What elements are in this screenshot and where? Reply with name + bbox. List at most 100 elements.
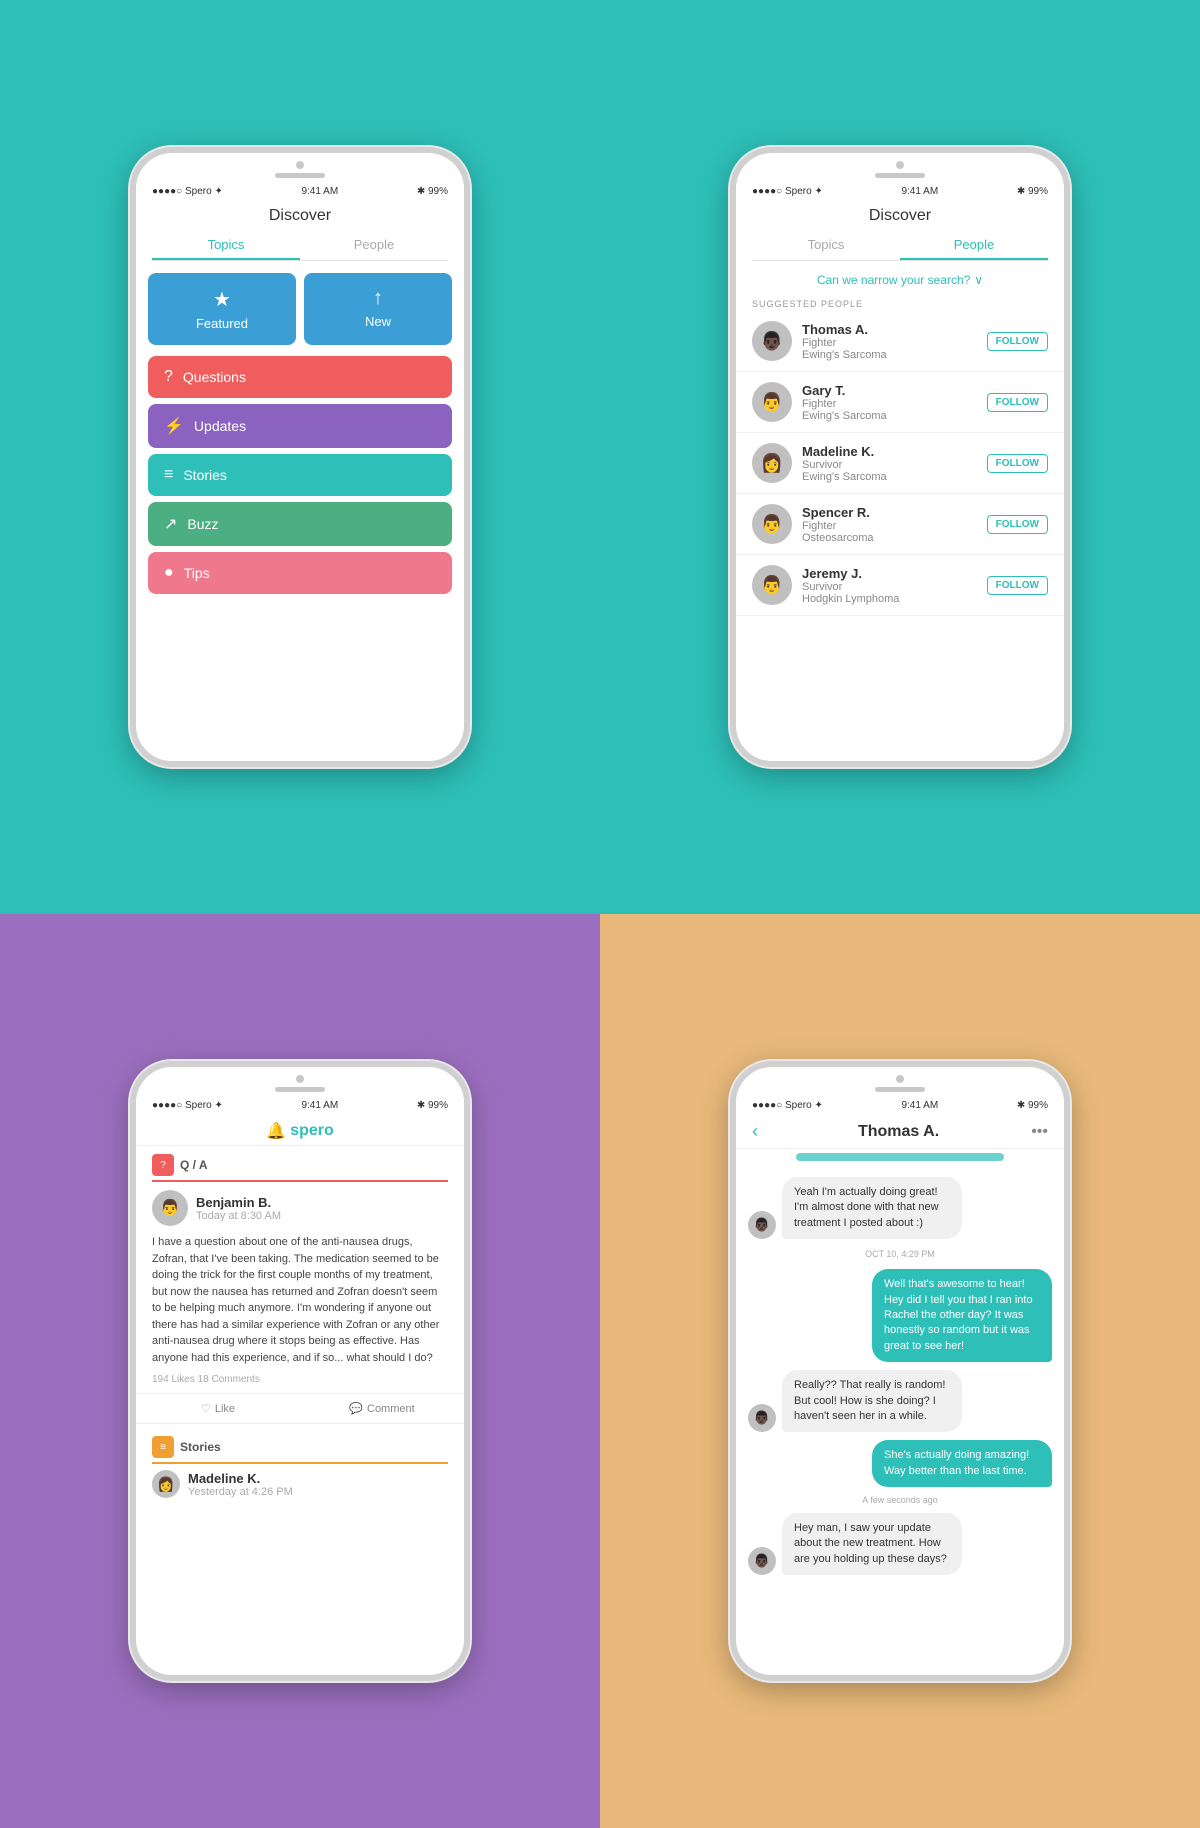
chevron-down-icon: ∨ <box>974 273 983 287</box>
logo-text: spero <box>290 1122 334 1140</box>
post-time: Today at 8:30 AM <box>196 1210 281 1222</box>
battery-1: ✱ 99% <box>417 186 448 197</box>
tab-topics-2[interactable]: Topics <box>752 231 900 260</box>
qa-icon: ? <box>152 1154 174 1176</box>
person-role-3: Fighter <box>802 520 977 532</box>
camera-dot-3 <box>296 1075 304 1083</box>
person-row-0: 👨🏿 Thomas A. Fighter Ewing's Sarcoma FOL… <box>736 311 1064 372</box>
time-1: 9:41 AM <box>301 186 338 197</box>
person-name-2: Madeline K. <box>802 444 977 459</box>
bubble-out-1: She's actually doing amazing! Way better… <box>872 1440 1052 1487</box>
avatar-thomas: 👨🏿 <box>752 321 792 361</box>
qa-section-badge: ? Q / A <box>136 1146 464 1180</box>
tab-people-1[interactable]: People <box>300 231 448 260</box>
time-4: 9:41 AM <box>901 1100 938 1111</box>
follow-button-3[interactable]: FOLLOW <box>987 515 1048 534</box>
like-button[interactable]: ♡ Like <box>136 1394 300 1423</box>
screen-4: ●●●●○ Spero ✦ 9:41 AM ✱ 99% ‹ Thomas A. … <box>736 1096 1064 1675</box>
person-role-2: Survivor <box>802 459 977 471</box>
msg-in-2: 👨🏿 Hey man, I saw your update about the … <box>748 1513 1052 1575</box>
person-condition-3: Osteosarcoma <box>802 532 977 544</box>
stories-section-badge: ≡ Stories <box>136 1428 464 1462</box>
post-author-info: Benjamin B. Today at 8:30 AM <box>196 1195 281 1222</box>
person-name-1: Gary T. <box>802 383 977 398</box>
unread-indicator <box>796 1153 1004 1161</box>
avatar-madeline: 👩 <box>752 443 792 483</box>
mini-author-name: Madeline K. <box>188 1471 293 1486</box>
discover-title-1: Discover <box>152 207 448 225</box>
phone-3: ●●●●○ Spero ✦ 9:41 AM ✱ 99% 🔔 spero ? Q … <box>130 1061 470 1681</box>
carrier-1: ●●●●○ Spero ✦ <box>152 186 223 197</box>
menu-buzz[interactable]: ↗ Buzz <box>148 502 452 546</box>
suggested-label: SUGGESTED PEOPLE <box>736 295 1064 311</box>
menu-updates[interactable]: ⚡ Updates <box>148 404 452 448</box>
new-button[interactable]: ↑ New <box>304 273 452 345</box>
chat-header: ‹ Thomas A. ••• <box>736 1113 1064 1149</box>
avatar-spencer: 👨 <box>752 504 792 544</box>
comment-label: Comment <box>367 1403 415 1415</box>
heart-icon: ♡ <box>201 1402 211 1415</box>
stories-label: Stories <box>183 467 227 483</box>
carrier-4: ●●●●○ Spero ✦ <box>752 1100 823 1111</box>
question-icon: ? <box>164 368 173 386</box>
person-name-4: Jeremy J. <box>802 566 977 581</box>
tab-row-1: Topics People <box>152 231 448 261</box>
status-bar-3: ●●●●○ Spero ✦ 9:41 AM ✱ 99% <box>136 1096 464 1113</box>
screen-2: ●●●●○ Spero ✦ 9:41 AM ✱ 99% Discover Top… <box>736 182 1064 761</box>
battery-4: ✱ 99% <box>1017 1100 1048 1111</box>
phone-1: ●●●●○ Spero ✦ 9:41 AM ✱ 99% Discover Top… <box>130 147 470 767</box>
phone-top-bar-3 <box>136 1067 464 1096</box>
person-name-3: Spencer R. <box>802 505 977 520</box>
menu-questions[interactable]: ? Questions <box>148 356 452 398</box>
post-actions: ♡ Like 💬 Comment <box>136 1393 464 1424</box>
follow-button-4[interactable]: FOLLOW <box>987 576 1048 595</box>
menu-tips[interactable]: ● Tips <box>148 552 452 594</box>
time-3: 9:41 AM <box>301 1100 338 1111</box>
updates-label: Updates <box>194 418 246 434</box>
star-icon: ★ <box>213 287 231 312</box>
avatar-jeremy: 👨 <box>752 565 792 605</box>
mini-post-author: 👩 Madeline K. Yesterday at 4:26 PM <box>136 1464 464 1500</box>
featured-label: Featured <box>196 316 248 331</box>
tab-topics-1[interactable]: Topics <box>152 231 300 260</box>
featured-button[interactable]: ★ Featured <box>148 273 296 345</box>
speaker-2 <box>875 173 925 178</box>
msg-avatar-1: 👨🏿 <box>748 1404 776 1432</box>
menu-stories[interactable]: ≡ Stories <box>148 454 452 496</box>
msg-avatar-2: 👨🏿 <box>748 1547 776 1575</box>
featured-row: ★ Featured ↑ New <box>148 273 452 345</box>
narrow-search[interactable]: Can we narrow your search? ∨ <box>736 265 1064 295</box>
person-row-2: 👩 Madeline K. Survivor Ewing's Sarcoma F… <box>736 433 1064 494</box>
bubble-in-2: Hey man, I saw your update about the new… <box>782 1513 962 1575</box>
person-role-1: Fighter <box>802 398 977 410</box>
new-label: New <box>365 314 391 329</box>
person-info-0: Thomas A. Fighter Ewing's Sarcoma <box>802 322 977 361</box>
status-bar-2: ●●●●○ Spero ✦ 9:41 AM ✱ 99% <box>736 182 1064 199</box>
post-author-row: 👨 Benjamin B. Today at 8:30 AM <box>136 1182 464 1230</box>
msg-in-0: 👨🏿 Yeah I'm actually doing great! I'm al… <box>748 1177 1052 1239</box>
comment-icon: 💬 <box>349 1402 363 1415</box>
tab-row-2: Topics People <box>752 231 1048 261</box>
feed-header: 🔔 spero <box>136 1113 464 1146</box>
quadrant-top-left: ●●●●○ Spero ✦ 9:41 AM ✱ 99% Discover Top… <box>0 0 600 914</box>
follow-button-1[interactable]: FOLLOW <box>987 393 1048 412</box>
follow-button-0[interactable]: FOLLOW <box>987 332 1048 351</box>
time-2: 9:41 AM <box>901 186 938 197</box>
mini-author-info: Madeline K. Yesterday at 4:26 PM <box>188 1471 293 1498</box>
comment-button[interactable]: 💬 Comment <box>300 1394 464 1423</box>
more-options-button[interactable]: ••• <box>1031 1123 1048 1141</box>
avatar-gary: 👨 <box>752 382 792 422</box>
bubble-in-1: Really?? That really is random! But cool… <box>782 1370 962 1432</box>
speaker-1 <box>275 173 325 178</box>
quadrant-bottom-left: ●●●●○ Spero ✦ 9:41 AM ✱ 99% 🔔 spero ? Q … <box>0 914 600 1828</box>
post-author-name: Benjamin B. <box>196 1195 281 1210</box>
list-icon: ≡ <box>164 466 173 484</box>
person-name-0: Thomas A. <box>802 322 977 337</box>
post-body: I have a question about one of the anti-… <box>136 1230 464 1370</box>
tab-people-2[interactable]: People <box>900 231 1048 260</box>
status-bar-4: ●●●●○ Spero ✦ 9:41 AM ✱ 99% <box>736 1096 1064 1113</box>
follow-button-2[interactable]: FOLLOW <box>987 454 1048 473</box>
chat-title: Thomas A. <box>766 1123 1031 1141</box>
back-button[interactable]: ‹ <box>752 1121 758 1142</box>
person-condition-2: Ewing's Sarcoma <box>802 471 977 483</box>
